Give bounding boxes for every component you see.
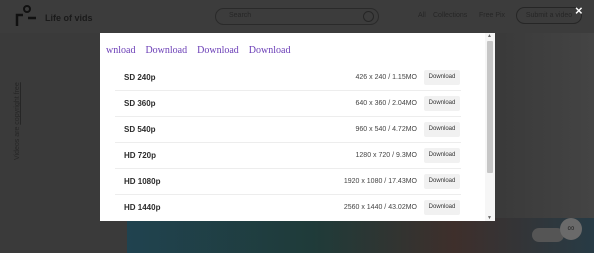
resolution-row-360p: SD 360p 640 x 360 / 2.04MO Download <box>115 91 461 117</box>
nav-free-pix[interactable]: Free Pix <box>479 12 505 19</box>
resolution-row-240p: SD 240p 426 x 240 / 1.15MO Download <box>115 65 461 91</box>
scroll-down-arrow-icon[interactable]: ▼ <box>487 215 492 221</box>
resolution-label: HD 720p <box>124 151 157 160</box>
download-link[interactable]: Download <box>197 45 239 56</box>
resolution-size: 426 x 240 / 1.15MO <box>355 74 417 81</box>
download-links: wnload Download Download Download <box>100 45 485 56</box>
resolution-label: SD 540p <box>124 125 156 134</box>
resolution-label: HD 1440p <box>124 203 161 212</box>
logo-text[interactable]: Life of vids <box>45 13 93 23</box>
download-button[interactable]: Download <box>424 148 460 163</box>
download-link[interactable]: Download <box>145 45 187 56</box>
resolution-label: HD 1080p <box>124 177 161 186</box>
scroll-thumb[interactable] <box>487 41 493 173</box>
resolution-label: SD 360p <box>124 99 156 108</box>
resolution-row-720p: HD 720p 1280 x 720 / 9.3MO Download <box>115 143 461 169</box>
top-navbar: Life of vids Search All Collections Free… <box>0 0 594 33</box>
resolution-size: 2560 x 1440 / 43.02MO <box>343 204 417 211</box>
submit-video-button[interactable]: Submit a video <box>516 7 582 24</box>
download-link[interactable]: Download <box>249 45 291 56</box>
download-button[interactable]: Download <box>424 122 460 137</box>
background-video-strip <box>127 218 594 253</box>
resolution-row-540p: SD 540p 960 x 540 / 4.72MO Download <box>115 117 461 143</box>
search-placeholder: Search <box>229 12 252 19</box>
resolution-size: 1280 x 720 / 9.3MO <box>355 152 417 159</box>
resolution-row-1080p: HD 1080p 1920 x 1080 / 17.43MO Download <box>115 169 461 195</box>
resolution-size: 960 x 540 / 4.72MO <box>355 126 417 133</box>
side-text-prefix: Videos are <box>14 124 21 160</box>
resolution-label: SD 240p <box>124 73 156 82</box>
search-bar[interactable]: Search <box>215 8 379 25</box>
download-button[interactable]: Download <box>424 200 460 215</box>
nav-collections[interactable]: Collections <box>433 12 467 19</box>
close-icon[interactable]: × <box>575 3 583 18</box>
download-button[interactable]: Download <box>424 70 460 85</box>
resolution-row-1440p: HD 1440p 2560 x 1440 / 43.02MO Download <box>115 195 461 221</box>
modal-scrollbar[interactable]: ▲ ▼ <box>485 33 495 221</box>
search-icon[interactable] <box>363 11 374 22</box>
scroll-up-arrow-icon[interactable]: ▲ <box>487 33 492 39</box>
download-link[interactable]: wnload <box>106 45 135 56</box>
download-button[interactable]: Download <box>424 96 460 111</box>
side-copyright-text: Videos are copyright free <box>14 82 21 160</box>
download-button[interactable]: Download <box>424 174 460 189</box>
copyright-free-link[interactable]: copyright free <box>14 82 21 124</box>
resolution-size: 1920 x 1080 / 17.43MO <box>343 178 417 185</box>
download-modal: wnload Download Download Download SD 240p 4… <box>100 33 495 221</box>
logo-icon[interactable] <box>14 4 38 28</box>
glasses-icon[interactable]: ∞ <box>560 218 582 240</box>
nav-all[interactable]: All <box>418 12 426 19</box>
resolution-size: 640 x 360 / 2.04MO <box>355 100 417 107</box>
